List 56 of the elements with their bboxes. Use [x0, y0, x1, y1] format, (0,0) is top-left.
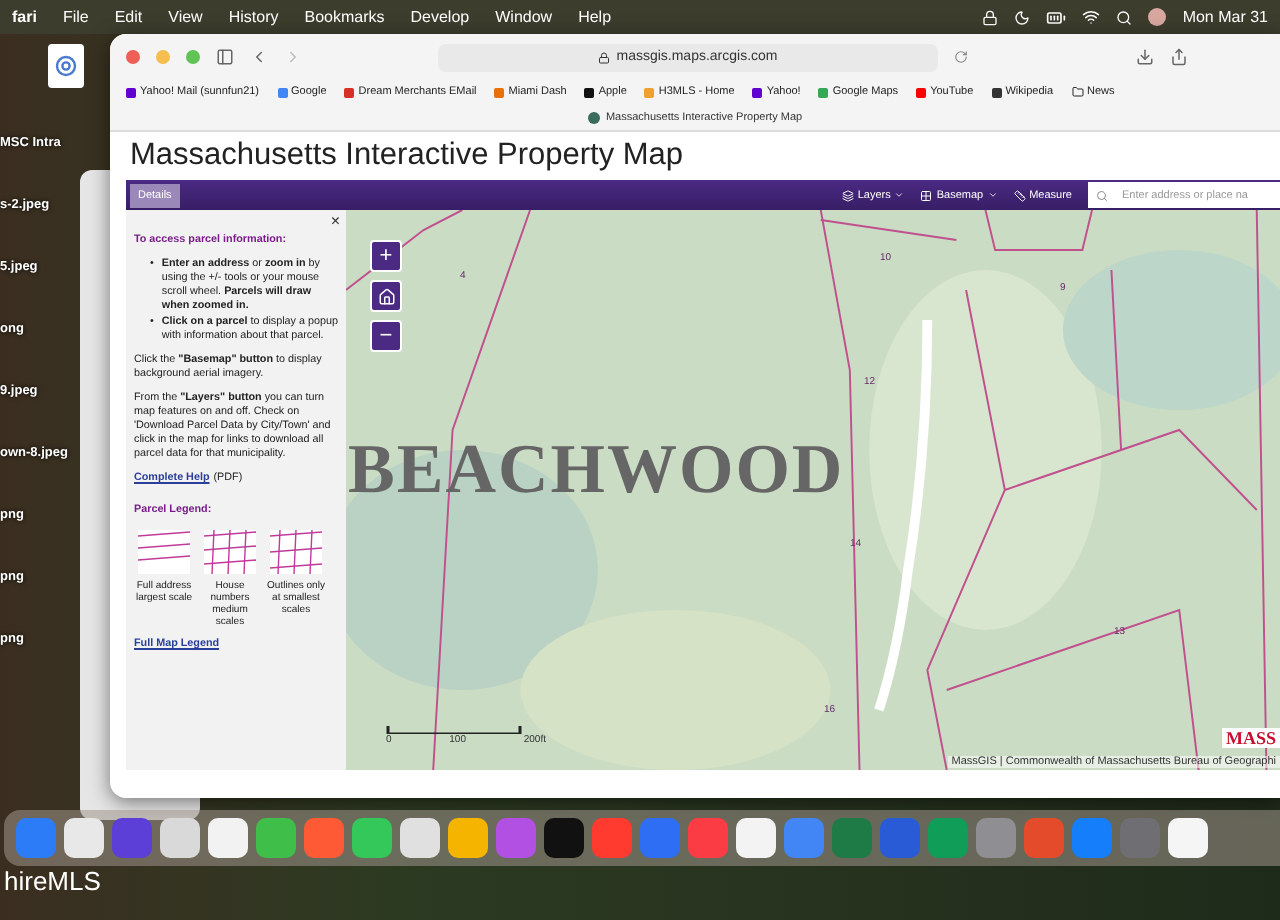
moon-icon[interactable]	[1014, 9, 1031, 25]
menu-item[interactable]: View	[168, 8, 203, 26]
avatar-icon[interactable]	[1148, 8, 1167, 26]
app-icon[interactable]	[400, 818, 440, 858]
ruler-icon	[1013, 189, 1026, 201]
menu-item[interactable]: Edit	[114, 8, 143, 26]
home-icon	[377, 287, 395, 305]
app-icon[interactable]	[64, 818, 104, 858]
parcel-legend-drawing	[136, 528, 192, 577]
desktop-label: hireMLS	[4, 866, 101, 896]
lock-icon	[598, 51, 611, 63]
app-icon[interactable]	[256, 818, 296, 858]
caret-icon	[987, 190, 998, 200]
wifi-icon[interactable]	[1082, 8, 1101, 26]
menu-item[interactable]: Help	[578, 8, 612, 26]
lock-icon[interactable]	[982, 9, 999, 25]
app-icon[interactable]	[1168, 818, 1208, 858]
sidebar-icon[interactable]	[216, 48, 234, 66]
app-icon[interactable]	[208, 818, 248, 858]
layers-icon	[841, 189, 854, 201]
logo: MASS	[1221, 728, 1280, 748]
grid-icon	[920, 189, 933, 201]
app-icon[interactable]	[736, 818, 776, 858]
clock[interactable]: Mon Mar 31	[1182, 8, 1268, 26]
maximize-icon[interactable]	[186, 50, 200, 64]
minimize-icon[interactable]	[156, 50, 170, 64]
share-icon[interactable]	[1170, 48, 1188, 66]
battery-icon[interactable]	[1046, 7, 1067, 27]
close-button[interactable]: ×	[330, 212, 340, 230]
app-icon[interactable]	[352, 818, 392, 858]
app-menu[interactable]: fari	[12, 8, 37, 26]
folder-icon	[1071, 86, 1084, 98]
scale-bar	[386, 726, 522, 734]
search-icon[interactable]	[1116, 9, 1133, 25]
menu-item[interactable]: History	[228, 8, 279, 26]
app-icon[interactable]	[544, 818, 584, 858]
forward-icon[interactable]	[284, 48, 302, 66]
menu-item[interactable]: Bookmarks	[304, 8, 385, 26]
search-icon	[1096, 189, 1108, 201]
page-title: Massachusetts Interactive Property Map	[130, 138, 686, 174]
menu-item[interactable]: Develop	[410, 8, 470, 26]
back-icon[interactable]	[250, 48, 268, 66]
home-button[interactable]	[370, 280, 402, 312]
reload-icon[interactable]	[954, 50, 968, 64]
menu-item[interactable]: Window	[495, 8, 553, 26]
menu-item[interactable]: File	[62, 8, 89, 26]
close-icon[interactable]	[126, 50, 140, 64]
app-icon[interactable]	[448, 818, 488, 858]
parcel-legend-drawing	[202, 528, 258, 577]
parcel-legend-drawing	[268, 528, 324, 577]
download-icon[interactable]	[1136, 48, 1154, 66]
app-icon[interactable]	[160, 818, 200, 858]
search-button[interactable]	[1088, 182, 1116, 208]
zoom-in-button[interactable]: +	[370, 240, 402, 272]
zoom-out-button[interactable]: −	[370, 320, 402, 352]
caret-icon	[894, 190, 905, 200]
